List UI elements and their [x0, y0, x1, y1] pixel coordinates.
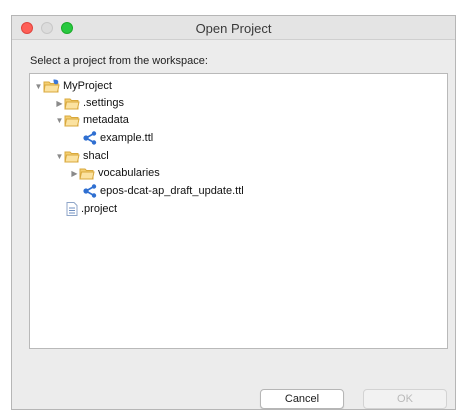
open-project-dialog: Open Project Select a project from the w…: [11, 15, 456, 410]
tree-item-label: example.ttl: [100, 132, 154, 144]
folder-icon: [64, 150, 80, 163]
file-icon: [66, 202, 78, 216]
triangle-down-icon[interactable]: ▼: [34, 82, 43, 91]
tree-item-project-file[interactable]: .project: [66, 201, 117, 217]
dialog-title: Open Project: [195, 21, 272, 36]
rdf-file-icon: [83, 184, 97, 198]
tree-item-label: epos-dcat-ap_draft_update.ttl: [100, 185, 244, 197]
tree-item-myproject[interactable]: ▼ MyProject: [34, 78, 112, 94]
triangle-right-icon[interactable]: ▶: [55, 99, 64, 108]
tree-item-vocabularies[interactable]: ▶ vocabularies: [70, 165, 160, 181]
tree-item-label: .project: [81, 203, 118, 215]
tree-item-label: metadata: [83, 114, 129, 126]
cancel-button[interactable]: Cancel: [260, 389, 344, 409]
folder-icon: [64, 97, 80, 110]
triangle-down-icon[interactable]: ▼: [55, 116, 64, 125]
triangle-down-icon[interactable]: ▼: [55, 152, 64, 161]
triangle-right-icon[interactable]: ▶: [70, 169, 79, 178]
tree-item-metadata[interactable]: ▼ metadata: [55, 112, 129, 128]
ok-button[interactable]: OK: [363, 389, 447, 409]
project-tree[interactable]: ▼ MyProject ▶ .settings ▼ metadata examp…: [29, 73, 448, 349]
tree-item-draft-ttl[interactable]: epos-dcat-ap_draft_update.ttl: [83, 183, 244, 199]
tree-item-label: shacl: [83, 150, 109, 162]
instruction-label: Select a project from the workspace:: [30, 55, 208, 67]
tree-item-label: .settings: [83, 97, 124, 109]
tree-item-shacl[interactable]: ▼ shacl: [55, 148, 109, 164]
tree-item-settings[interactable]: ▶ .settings: [55, 95, 124, 111]
title-bar: Open Project: [12, 16, 455, 40]
folder-icon: [64, 114, 80, 127]
rdf-file-icon: [83, 131, 97, 145]
folder-icon: [79, 167, 95, 180]
tree-item-example-ttl[interactable]: example.ttl: [83, 130, 153, 146]
project-folder-icon: [43, 79, 60, 93]
tree-item-label: MyProject: [63, 80, 112, 92]
tree-item-label: vocabularies: [98, 167, 160, 179]
